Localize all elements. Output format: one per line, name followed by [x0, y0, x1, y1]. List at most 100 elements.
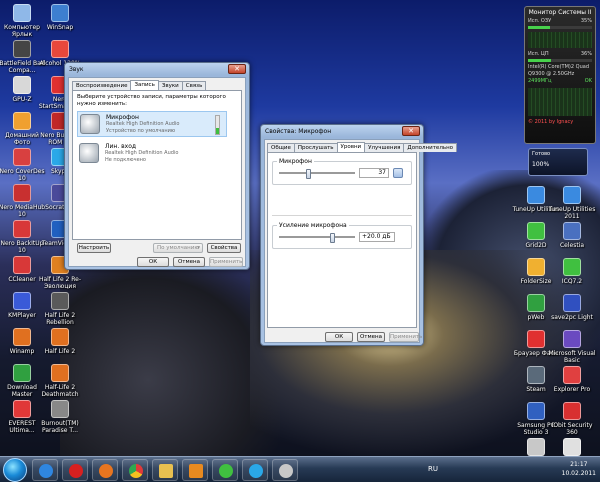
app-icon — [563, 402, 581, 420]
cancel-button[interactable]: Отмена — [357, 332, 385, 342]
slider-thumb[interactable] — [306, 169, 311, 179]
tab[interactable]: Звуки — [157, 81, 183, 90]
boost-value: +20.0 дБ — [359, 232, 395, 242]
desktop-icon-label: IObit Security 360 — [551, 422, 593, 436]
taskbar-skype-icon[interactable] — [242, 459, 268, 481]
cpu-bar — [528, 59, 592, 62]
desktop-icon-label: Explorer Pro — [553, 386, 591, 393]
app-icon — [563, 222, 581, 240]
mic-level-slider[interactable] — [279, 169, 355, 179]
clock-time: 21:17 — [570, 461, 588, 468]
device-name: Микрофон — [106, 114, 139, 121]
desktop-icon-label: Celestia — [559, 242, 585, 249]
desktop-icon-label: Download Master — [7, 384, 37, 398]
tab[interactable]: Связь — [181, 81, 207, 90]
microphone-icon — [80, 114, 100, 134]
desktop-icon[interactable]: ICQ7.2 — [548, 258, 596, 285]
taskbar-firefox-icon[interactable] — [92, 459, 118, 481]
mic-window-titlebar[interactable]: Свойства: Микрофон ✕ — [261, 125, 423, 138]
app-icon — [563, 438, 581, 456]
desktop-icon-label: save2pc Light — [551, 314, 593, 321]
tab[interactable]: Воспроизведение — [72, 81, 132, 90]
close-icon[interactable]: ✕ — [402, 126, 420, 136]
app-icon — [13, 256, 31, 274]
desktop-icon[interactable]: Half Life 2 — [36, 328, 84, 355]
tab[interactable]: Дополнительно — [403, 143, 458, 152]
mic-level-value[interactable]: 37 — [359, 168, 389, 178]
app-icon — [563, 294, 581, 312]
default-button[interactable]: По умолчанию ▾ — [153, 243, 203, 253]
ok-button[interactable]: ОК — [137, 257, 169, 267]
app-icon — [527, 258, 545, 276]
device-driver: Realtek High Definition Audio — [105, 150, 179, 156]
sound-window-titlebar[interactable]: Звук ✕ — [65, 63, 249, 76]
taskbar-ie-icon[interactable] — [32, 459, 58, 481]
speaker-icon[interactable] — [393, 168, 403, 178]
slider-thumb[interactable] — [330, 233, 335, 243]
mic-window-body: Общие Прослушать Уровни Улучшения Дополнител… — [264, 139, 458, 343]
boost-group-label: Усиление микрофона — [277, 222, 349, 229]
wallpaper-cliff — [60, 260, 280, 460]
desktop-icon-label: Burnout(TM) Paradise T... — [41, 420, 79, 434]
taskbar-chrome-icon[interactable] — [122, 459, 148, 481]
tab[interactable]: Уровни — [336, 142, 366, 152]
desktop-icon[interactable]: Burnout(TM) Paradise T... — [36, 400, 84, 434]
levels-panel: Микрофон 37 Усиление микрофона +20.0 дБ — [267, 152, 417, 328]
desktop-icon[interactable]: Half-Life 2 Deathmatch — [36, 364, 84, 398]
apply-button[interactable]: Применить — [389, 332, 422, 342]
gadget-title: Монитор Системы II — [528, 9, 592, 16]
taskbar-explorer-icon[interactable] — [152, 459, 178, 481]
desktop-icon-label: pWeb — [527, 314, 545, 321]
clock[interactable]: 21:17 10.02.2011 — [562, 460, 596, 478]
mic-properties-window[interactable]: Свойства: Микрофон ✕ Общие Прослушать Уров… — [260, 124, 458, 346]
volume-gadget[interactable]: Готово 100% — [528, 148, 588, 176]
ram-label: Исп. ОЗУ — [528, 18, 552, 24]
apply-button[interactable]: Применить — [209, 257, 243, 267]
desktop-icon[interactable]: WinSnap — [36, 4, 84, 31]
clock-date: 10.02.2011 — [561, 470, 596, 477]
device-microphone[interactable]: Микрофон Realtek High Definition Audio У… — [77, 111, 227, 137]
app-icon — [13, 364, 31, 382]
tab[interactable]: Прослушать — [293, 143, 338, 152]
desktop-icon[interactable]: Celestia — [548, 222, 596, 249]
close-icon[interactable]: ✕ — [228, 64, 246, 74]
properties-button[interactable]: Свойства — [207, 243, 241, 253]
sound-window-title: Звук — [69, 66, 84, 73]
desktop-icon-label: CCleaner — [8, 276, 36, 283]
cpu-freq: Q9300 @ 2.50GHz — [528, 71, 575, 77]
desktop-icon-label: Microsoft Visual Basic — [548, 350, 596, 364]
desktop-icon[interactable]: Explorer Pro — [548, 366, 596, 393]
configure-button[interactable]: Настроить — [77, 243, 111, 253]
chevron-down-icon: ▾ — [197, 245, 200, 251]
taskbar-opera-icon[interactable] — [62, 459, 88, 481]
taskbar-icq-icon[interactable] — [212, 459, 238, 481]
desktop-icon-label: EVEREST Ultima... — [8, 420, 36, 434]
tab[interactable]: Общие — [267, 143, 295, 152]
desktop-icon[interactable]: Half Life 2 Rebellion — [36, 292, 84, 326]
ok-button[interactable]: ОК — [325, 332, 353, 342]
desktop-icon[interactable]: save2pc Light — [548, 294, 596, 321]
desktop-icon-label: WinSnap — [46, 24, 74, 31]
desktop-icon[interactable]: IObit Security 360 — [548, 402, 596, 436]
desktop-icon[interactable]: Microsoft Visual Basic — [548, 330, 596, 364]
tab[interactable]: Улучшения — [364, 143, 405, 152]
system-monitor-gadget[interactable]: Монитор Системы II Исп. ОЗУ 35% Исп. ЦП 36… — [524, 6, 596, 144]
taskbar-media-icon[interactable] — [182, 459, 208, 481]
desktop-icon-label: Winamp — [9, 348, 35, 355]
desktop-icon-label: Компьютер Ярлык — [4, 24, 40, 38]
language-indicator[interactable]: RU — [428, 465, 438, 473]
app-icon — [51, 40, 69, 58]
volume-gadget-title: Готово — [532, 151, 551, 157]
desktop-icon-label: Half Life 2 Re-Эволюция — [38, 276, 82, 290]
tab[interactable]: Запись — [130, 80, 159, 90]
start-button[interactable] — [3, 458, 27, 482]
cancel-button[interactable]: Отмена — [173, 257, 205, 267]
desktop-icon-label: ICQ7.2 — [561, 278, 583, 285]
sound-window[interactable]: Звук ✕ Воспроизведение Запись Звуки Связь В… — [64, 62, 250, 270]
device-name: Лин. вход — [105, 143, 137, 150]
boost-slider[interactable] — [279, 233, 355, 243]
desktop-icon-label: Half Life 2 — [44, 348, 76, 355]
device-line-in[interactable]: Лин. вход Realtek High Definition Audio … — [77, 141, 227, 167]
taskbar-sound-icon[interactable] — [272, 459, 298, 481]
desktop-icon[interactable]: TuneUp Utilities 2011 — [548, 186, 596, 220]
